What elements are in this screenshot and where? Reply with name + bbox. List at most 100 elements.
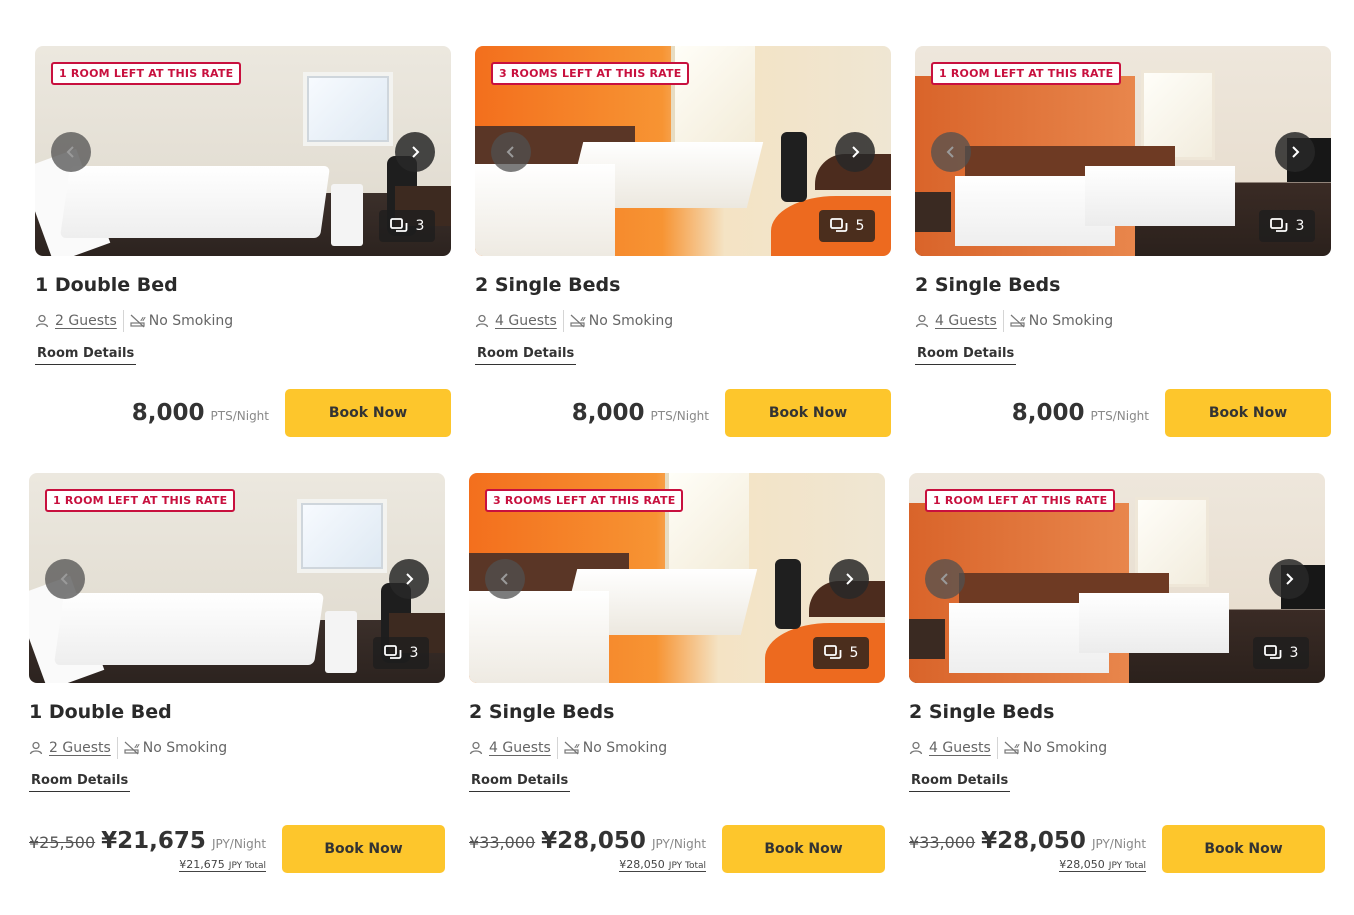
room-card: 3 ROOMS LEFT AT THIS RATE 5 2 Single Bed… [469, 473, 885, 873]
discounted-price: ¥21,675 [101, 827, 206, 854]
price-unit: JPY/Night [1091, 836, 1147, 851]
chevron-right-icon [852, 146, 860, 158]
book-now-button[interactable]: Book Now [282, 825, 445, 873]
prev-photo-button[interactable] [491, 132, 531, 172]
room-photo-carousel[interactable]: 1 ROOM LEFT AT THIS RATE 3 [29, 473, 445, 683]
photo-count: 3 [1289, 645, 1299, 661]
room-details-link[interactable]: Room Details [909, 773, 1011, 792]
prev-photo-button[interactable] [931, 132, 971, 172]
discounted-price: ¥28,050 [981, 827, 1086, 854]
book-now-button[interactable]: Book Now [722, 825, 885, 873]
price-points: 8,000 [131, 400, 205, 426]
total-label: JPY Total [1108, 860, 1147, 872]
photo-count-button[interactable]: 5 [819, 210, 875, 242]
original-price: ¥33,000 [909, 832, 976, 852]
availability-badge: 3 ROOMS LEFT AT THIS RATE [485, 489, 684, 512]
total-amount: ¥28,050 [619, 857, 665, 872]
photo-count: 5 [855, 218, 865, 234]
chevron-left-icon [66, 146, 74, 158]
price: ¥33,000 ¥28,050 JPY/Night ¥28,050 JPY Total [469, 827, 707, 872]
room-photo-carousel[interactable]: 1 ROOM LEFT AT THIS RATE 3 [35, 46, 451, 256]
price: 8,000 PTS/Night [1012, 400, 1149, 426]
total-price-link[interactable]: ¥21,675 JPY Total [29, 857, 267, 872]
total-label: JPY Total [668, 860, 707, 872]
chevron-left-icon [60, 573, 68, 585]
no-smoking-icon [564, 741, 580, 755]
room-details-link[interactable]: Room Details [475, 346, 577, 365]
availability-badge: 3 ROOMS LEFT AT THIS RATE [491, 62, 690, 85]
room-photo-carousel[interactable]: 3 ROOMS LEFT AT THIS RATE 5 [475, 46, 891, 256]
chevron-right-icon [1286, 573, 1294, 585]
photo-count-button[interactable]: 3 [379, 210, 435, 242]
person-icon [915, 314, 929, 328]
guests-link[interactable]: 4 Guests [495, 313, 557, 329]
availability-badge: 1 ROOM LEFT AT THIS RATE [925, 489, 1116, 512]
person-icon [29, 741, 43, 755]
room-details-link[interactable]: Room Details [29, 773, 131, 792]
room-card: 1 ROOM LEFT AT THIS RATE 3 1 Double Bed … [29, 473, 445, 873]
room-photo-carousel[interactable]: 1 ROOM LEFT AT THIS RATE 3 [909, 473, 1325, 683]
book-now-button[interactable]: Book Now [1165, 389, 1331, 437]
no-smoking-icon [130, 314, 146, 328]
gallery-icon [383, 645, 401, 659]
room-details-link[interactable]: Room Details [915, 346, 1017, 365]
prev-photo-button[interactable] [485, 559, 525, 599]
price: ¥33,000 ¥28,050 JPY/Night ¥28,050 JPY Total [909, 827, 1147, 872]
gallery-icon [389, 218, 407, 232]
book-now-button[interactable]: Book Now [1162, 825, 1325, 873]
prev-photo-button[interactable] [45, 559, 85, 599]
chevron-right-icon [406, 573, 414, 585]
prev-photo-button[interactable] [925, 559, 965, 599]
room-photo-carousel[interactable]: 1 ROOM LEFT AT THIS RATE 3 [915, 46, 1331, 256]
chevron-right-icon [846, 573, 854, 585]
gallery-icon [829, 218, 847, 232]
availability-badge: 1 ROOM LEFT AT THIS RATE [931, 62, 1122, 85]
photo-count: 3 [409, 645, 419, 661]
chevron-left-icon [506, 146, 514, 158]
guests-link[interactable]: 4 Guests [929, 740, 991, 756]
photo-count-button[interactable]: 3 [1253, 637, 1309, 669]
guests-link[interactable]: 4 Guests [489, 740, 551, 756]
person-icon [475, 314, 489, 328]
discounted-price: ¥28,050 [541, 827, 646, 854]
next-photo-button[interactable] [389, 559, 429, 599]
smoking-label: No Smoking [588, 313, 674, 329]
book-now-button[interactable]: Book Now [725, 389, 891, 437]
original-price: ¥33,000 [469, 832, 536, 852]
next-photo-button[interactable] [1269, 559, 1309, 599]
smoking-label: No Smoking [582, 740, 668, 756]
guests-link[interactable]: 4 Guests [935, 313, 997, 329]
room-details-link[interactable]: Room Details [469, 773, 571, 792]
smoking-label: No Smoking [148, 313, 234, 329]
photo-count-button[interactable]: 5 [813, 637, 869, 669]
room-card: 3 ROOMS LEFT AT THIS RATE 5 2 Single Bed… [475, 46, 891, 437]
photo-count-button[interactable]: 3 [373, 637, 429, 669]
person-icon [35, 314, 49, 328]
no-smoking-icon [124, 741, 140, 755]
price: 8,000 PTS/Night [132, 400, 269, 426]
gallery-icon [1263, 645, 1281, 659]
total-price-link[interactable]: ¥28,050 JPY Total [909, 857, 1147, 872]
guests-link[interactable]: 2 Guests [49, 740, 111, 756]
prev-photo-button[interactable] [51, 132, 91, 172]
price-points: 8,000 [1011, 400, 1085, 426]
next-photo-button[interactable] [835, 132, 875, 172]
person-icon [909, 741, 923, 755]
next-photo-button[interactable] [395, 132, 435, 172]
guests-link[interactable]: 2 Guests [55, 313, 117, 329]
next-photo-button[interactable] [1275, 132, 1315, 172]
smoking-label: No Smoking [1028, 313, 1114, 329]
book-now-button[interactable]: Book Now [285, 389, 451, 437]
photo-count: 3 [1295, 218, 1305, 234]
chevron-left-icon [946, 146, 954, 158]
room-details-link[interactable]: Room Details [35, 346, 137, 365]
gallery-icon [1269, 218, 1287, 232]
room-title: 1 Double Bed [29, 701, 172, 723]
room-photo-carousel[interactable]: 3 ROOMS LEFT AT THIS RATE 5 [469, 473, 885, 683]
total-price-link[interactable]: ¥28,050 JPY Total [469, 857, 707, 872]
next-photo-button[interactable] [829, 559, 869, 599]
photo-count-button[interactable]: 3 [1259, 210, 1315, 242]
chevron-left-icon [940, 573, 948, 585]
room-title: 1 Double Bed [35, 274, 178, 296]
total-label: JPY Total [228, 860, 267, 872]
